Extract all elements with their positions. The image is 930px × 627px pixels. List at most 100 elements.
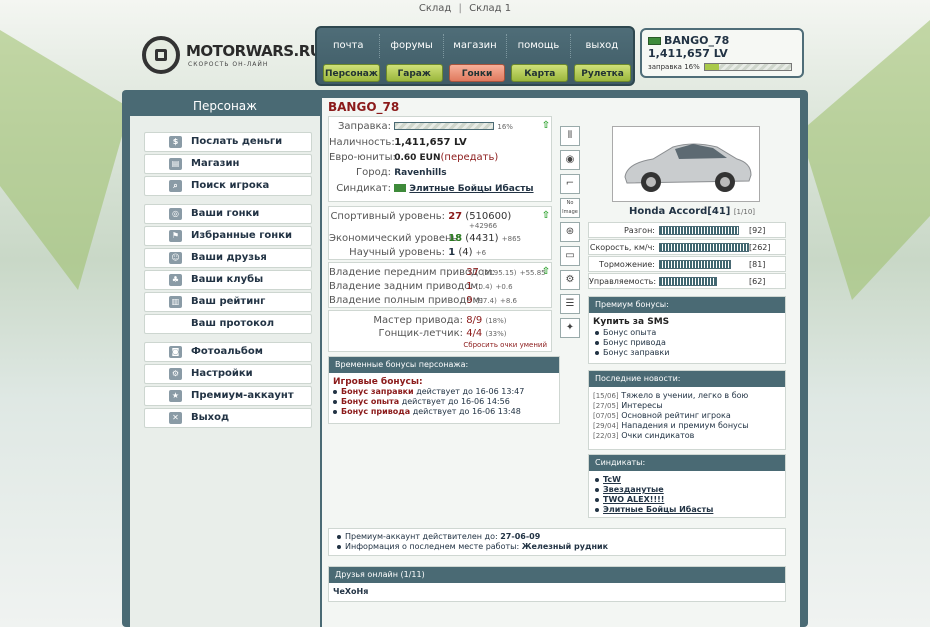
flag-icon: ⚑: [169, 230, 182, 242]
cash-value: 1,411,657 LV: [394, 137, 467, 148]
master-skill-label: Мастер привода:: [373, 315, 463, 326]
tab-garage[interactable]: Гараж: [385, 64, 443, 82]
premium-bonus-item[interactable]: Бонус опыта: [593, 328, 669, 338]
eco-level-label: Экономический уровень:: [329, 233, 461, 244]
nav-help[interactable]: помощь: [507, 34, 571, 58]
master-skill-value: 8/9: [466, 315, 483, 326]
news-item[interactable]: [22/03] Очки синдикатов: [593, 431, 749, 441]
front-drive-label: Владение передним приводом:: [329, 267, 496, 278]
nitro-icon[interactable]: ✦: [560, 318, 580, 338]
flag-icon: [648, 37, 661, 45]
user-fuel-bar: [703, 63, 792, 71]
storage-breadcrumb: Склад | Склад 1: [0, 0, 930, 18]
user-name[interactable]: BANGO_78: [664, 34, 729, 47]
syndicates-title: Синдикаты:: [589, 455, 785, 471]
sidebar-item-settings[interactable]: ⚙ Настройки: [144, 364, 312, 384]
friend-online-link[interactable]: ЧеХоНя: [333, 587, 368, 596]
skills-box: Мастер привода: 8/9 (18%) Гонщик-летчик:…: [328, 310, 552, 352]
nav-exit[interactable]: выход: [571, 34, 633, 58]
city-label: Город:: [356, 167, 391, 178]
speed-bar: [659, 243, 749, 252]
user-summary: BANGO_78 1,411,657 LV заправка 16%: [640, 28, 804, 78]
chassis-icon[interactable]: ▭: [560, 246, 580, 266]
gearbox-icon[interactable]: ☰: [560, 294, 580, 314]
buy-sms-link[interactable]: Купить за SMS: [593, 317, 669, 327]
suspension-icon[interactable]: ⫴: [560, 126, 580, 146]
sidebar-item-exit[interactable]: ✕ Выход: [144, 408, 312, 428]
drive-box: Владение передним приводом: 37 (2195.15)…: [328, 262, 552, 308]
tab-map[interactable]: Карта: [511, 64, 569, 82]
up-arrow-icon: ⇧: [541, 266, 551, 277]
stat-braking: Торможение: [81]: [588, 256, 786, 272]
syndicates-box: Синдикаты: TcW Звезданутые TWO ALEX!!!! …: [588, 454, 786, 518]
chart-icon: ▥: [169, 296, 182, 308]
nav-shop[interactable]: магазин: [444, 34, 508, 58]
news-box: Последние новости: [15/06] Тяжело в учен…: [588, 370, 786, 450]
brake-icon[interactable]: ⊛: [560, 222, 580, 242]
sidebar-item-protocol[interactable]: Ваш протокол: [144, 314, 312, 334]
front-drive-level: 37: [466, 267, 479, 278]
sidebar-item-clubs[interactable]: ♣ Ваши клубы: [144, 270, 312, 290]
nav-forums[interactable]: форумы: [380, 34, 444, 58]
temp-bonus-item: Бонус опыта действует до 16-06 14:56: [331, 397, 524, 407]
master-skill-percent: (18%): [485, 317, 507, 325]
news-item[interactable]: [15/06] Тяжело в учении, легко в бою: [593, 391, 749, 401]
fuel-bar: [394, 122, 495, 130]
sci-level: 1: [448, 247, 456, 258]
sidebar-item-friends[interactable]: ☺ Ваши друзья: [144, 248, 312, 268]
no-image-icon[interactable]: No Image: [560, 198, 580, 218]
full-drive-delta: +8.6: [500, 297, 517, 305]
tab-character[interactable]: Персонаж: [323, 64, 380, 82]
city-value: Ravenhills: [394, 168, 447, 178]
shop-icon: ▤: [169, 158, 182, 170]
syndicate-link[interactable]: Элитные Бойцы Ибасты: [409, 184, 533, 194]
storage-link[interactable]: Склад: [419, 3, 451, 14]
syndicate-link[interactable]: TcW: [603, 475, 621, 484]
news-item[interactable]: [29/04] Нападения и премиум бонусы: [593, 421, 749, 431]
site-logo[interactable]: MOTORWARS.RU СКОРОСТЬ ОН-ЛАЙН: [142, 36, 322, 80]
sci-level-label: Научный уровень:: [349, 247, 445, 258]
account-info-box: Премиум-аккаунт действителен до: 27-06-0…: [328, 528, 786, 556]
sidebar: Персонаж $ Послать деньги ▤ Магазин ⌕ Поиск…: [130, 98, 320, 627]
stat-handling: Управляемость: [62]: [588, 273, 786, 289]
engine-icon[interactable]: ⚙: [560, 270, 580, 290]
news-item[interactable]: [07/05] Основной рейтинг игрока: [593, 411, 749, 421]
sidebar-item-premium[interactable]: ★ Премиум-аккаунт: [144, 386, 312, 406]
temp-bonus-item: Бонус привода действует до 16-06 13:48: [331, 407, 524, 417]
premium-bonus-item[interactable]: Бонус заправки: [593, 348, 669, 358]
syndicate-link[interactable]: Звезданутые: [603, 485, 664, 494]
logo-icon: [142, 36, 180, 74]
cash-label: Наличность:: [329, 137, 395, 148]
premium-bonus-item[interactable]: Бонус привода: [593, 338, 669, 348]
exhaust-icon[interactable]: ⌐: [560, 174, 580, 194]
nav-mail[interactable]: почта: [317, 34, 381, 58]
tab-roulette[interactable]: Рулетка: [574, 64, 631, 82]
storage-1-link[interactable]: Склад 1: [469, 3, 511, 14]
tire-icon[interactable]: ◉: [560, 150, 580, 170]
sidebar-item-player-search[interactable]: ⌕ Поиск игрока: [144, 176, 312, 196]
full-drive-points: (97.4): [475, 297, 497, 305]
sidebar-item-photo-album[interactable]: ◙ Фотоальбом: [144, 342, 312, 362]
rear-drive-level: 1: [466, 281, 473, 292]
search-icon: ⌕: [169, 180, 182, 192]
handling-bar: [659, 277, 717, 286]
news-item[interactable]: [27/05] Интересы: [593, 401, 749, 411]
syndicate-link[interactable]: Элитные Бойцы Ибасты: [603, 505, 713, 514]
car-image[interactable]: [612, 126, 760, 202]
pilot-skill-value: 4/4: [466, 328, 483, 339]
rear-drive-label: Владение задним приводом:: [329, 281, 482, 292]
syndicate-link[interactable]: TWO ALEX!!!!: [603, 495, 664, 504]
transfer-eun-link[interactable]: (передать): [441, 152, 499, 163]
premium-bonus-title: Премиум бонусы:: [589, 297, 785, 313]
premium-bonus-box: Премиум бонусы: Купить за SMS Бонус опыт…: [588, 296, 786, 364]
acceleration-bar: [659, 226, 739, 235]
tab-races[interactable]: Гонки: [448, 64, 506, 82]
sidebar-item-send-money[interactable]: $ Послать деньги: [144, 132, 312, 152]
sidebar-item-rating[interactable]: ▥ Ваш рейтинг: [144, 292, 312, 312]
sidebar-item-favorite-races[interactable]: ⚑ Избранные гонки: [144, 226, 312, 246]
user-cash: 1,411,657 LV: [648, 47, 728, 60]
sidebar-item-your-races[interactable]: ◎ Ваши гонки: [144, 204, 312, 224]
premium-expiry: Премиум-аккаунт действителен до: 27-06-0…: [335, 532, 608, 542]
reset-skills-link[interactable]: Сбросить очки умений: [463, 341, 547, 349]
sidebar-item-shop[interactable]: ▤ Магазин: [144, 154, 312, 174]
